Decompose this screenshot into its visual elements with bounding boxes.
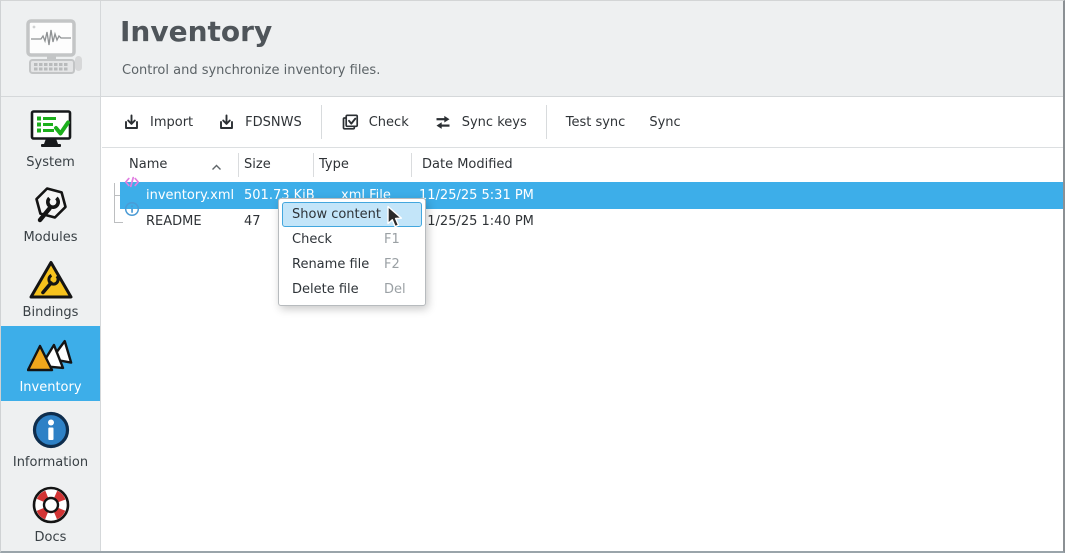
button-label: Sync (649, 115, 680, 130)
sidebar-item-bindings[interactable]: Bindings (1, 251, 100, 326)
button-label: Sync keys (462, 115, 527, 130)
column-separator[interactable] (313, 153, 314, 177)
bindings-warning-wrench-icon (28, 258, 74, 302)
page-subtitle: Control and synchronize inventory files. (122, 63, 380, 78)
sidebar-item-system[interactable]: System (1, 101, 100, 176)
import-button[interactable]: Import (110, 105, 205, 140)
sidebar-item-label: Docs (35, 530, 67, 545)
menu-item-shortcut: F2 (384, 253, 400, 276)
import-icon (217, 113, 236, 132)
check-button[interactable]: Check (329, 105, 421, 140)
sync-button[interactable]: Sync (637, 107, 692, 138)
fdsnws-button[interactable]: FDSNWS (205, 105, 314, 140)
file-date-cell: 11/25/25 1:40 PM (419, 209, 534, 235)
button-label: FDSNWS (245, 115, 302, 130)
sidebar-item-label: System (26, 155, 74, 170)
column-separator[interactable] (238, 153, 239, 177)
toolbar-separator (321, 105, 322, 139)
file-size-cell: 47 (244, 209, 261, 235)
menu-item-label: Show content (292, 207, 381, 222)
menu-item-rename-file[interactable]: Rename file F2 (282, 252, 422, 277)
seiscomp-logo-icon (18, 18, 84, 80)
test-sync-button[interactable]: Test sync (554, 107, 638, 138)
menu-item-delete-file[interactable]: Delete file Del (282, 277, 422, 302)
table-row-readme[interactable]: README 47 11/25/25 1:40 PM (102, 209, 1065, 235)
sidebar-item-label: Modules (23, 230, 77, 245)
scconfig-window: Inventory Control and synchronize invent… (0, 0, 1065, 553)
menu-item-shortcut: Del (384, 278, 406, 301)
sidebar-item-inventory[interactable]: Inventory (1, 326, 100, 401)
sort-ascending-icon (210, 161, 223, 176)
toolbar: Import FDSNWS Check Sync keys (102, 97, 1065, 148)
information-icon (30, 408, 72, 452)
inventory-stations-icon (27, 333, 75, 377)
xml-file-icon (124, 174, 140, 190)
file-date-cell: 11/25/25 5:31 PM (419, 182, 534, 209)
import-icon (122, 113, 141, 132)
sidebar-item-label: Inventory (19, 380, 81, 395)
page-title: Inventory (120, 15, 272, 48)
column-header-type[interactable]: Type (319, 148, 349, 182)
file-name-cell: README (146, 209, 202, 235)
menu-item-label: Check (292, 232, 332, 247)
column-header-size[interactable]: Size (244, 148, 271, 182)
check-boxes-icon (341, 113, 360, 132)
sidebar-item-label: Information (13, 455, 88, 470)
table-header: Name Size Type Date Modified (102, 148, 1065, 182)
sync-keys-button[interactable]: Sync keys (421, 105, 539, 140)
sync-arrows-icon (433, 113, 453, 132)
menu-item-label: Rename file (292, 257, 369, 272)
toolbar-separator (546, 105, 547, 139)
button-label: Import (150, 115, 193, 130)
sidebar-item-information[interactable]: Information (1, 401, 100, 476)
mouse-cursor (386, 205, 406, 233)
modules-nut-wrench-icon (30, 183, 72, 227)
header: Inventory Control and synchronize invent… (1, 1, 1063, 97)
button-label: Check (369, 115, 409, 130)
docs-lifebuoy-icon (30, 483, 72, 527)
system-monitor-icon (29, 108, 73, 152)
sidebar-item-modules[interactable]: Modules (1, 176, 100, 251)
button-label: Test sync (566, 115, 626, 130)
sidebar-item-label: Bindings (23, 305, 79, 320)
file-name-cell: inventory.xml (146, 182, 234, 209)
sidebar-item-docs[interactable]: Docs (1, 476, 100, 551)
info-file-icon (124, 201, 140, 217)
sidebar: System Modules Bindings (1, 97, 101, 553)
table-row-inventory-xml[interactable]: inventory.xml 501.73 KiB xml File 11/25/… (102, 182, 1065, 209)
column-separator[interactable] (411, 153, 412, 177)
app-logo-cell (1, 1, 101, 96)
menu-item-label: Delete file (292, 282, 359, 297)
column-header-date-modified[interactable]: Date Modified (422, 148, 513, 182)
